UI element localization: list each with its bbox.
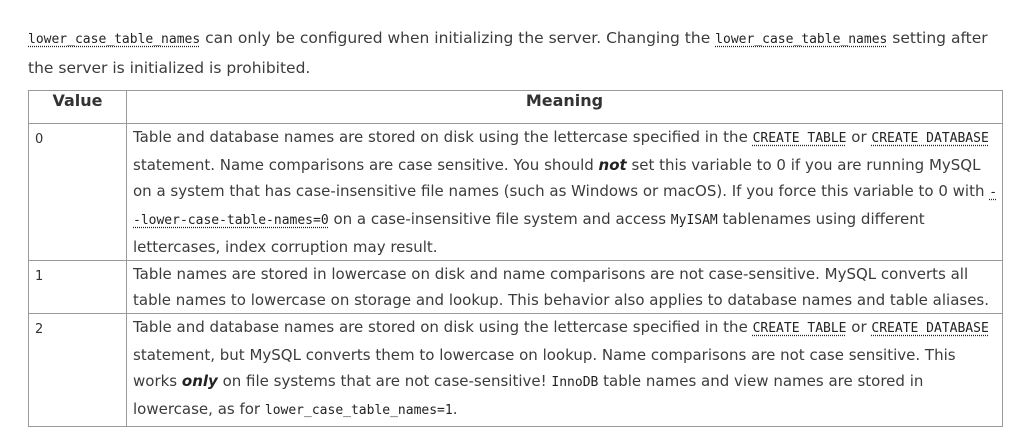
row-value: 2: [28, 313, 127, 427]
row-meaning: Table and database names are stored on d…: [126, 123, 1003, 261]
lower-case-table-names-1-code: lower_case_table_names=1: [264, 403, 453, 418]
table-row: 1 Table names are stored in lowercase on…: [28, 260, 1003, 314]
header-value: Value: [28, 90, 127, 124]
text: .: [452, 400, 458, 418]
emphasis-not: not: [598, 156, 627, 174]
row-value: 0: [28, 123, 127, 261]
innodb-code: InnoDB: [551, 375, 599, 390]
table-row: 2 Table and database names are stored on…: [28, 313, 1003, 427]
create-table-link[interactable]: CREATE TABLE: [753, 321, 847, 336]
text: on file systems that are not case-sensit…: [217, 372, 552, 390]
header-meaning: Meaning: [126, 90, 1003, 124]
create-database-link[interactable]: CREATE DATABASE: [871, 131, 988, 146]
table-header-row: Value Meaning: [28, 90, 1003, 124]
create-database-link[interactable]: CREATE DATABASE: [871, 321, 988, 336]
text: or: [846, 128, 872, 146]
row-meaning: Table names are stored in lowercase on d…: [126, 260, 1003, 314]
emphasis-only: only: [181, 372, 218, 390]
myisam-code: MyISAM: [670, 213, 718, 228]
lower-case-table-names-link[interactable]: lower_case_table_names: [28, 32, 200, 47]
text: statement. Name comparisons are case sen…: [133, 156, 599, 174]
lower-case-table-names-link-2[interactable]: lower_case_table_names: [715, 32, 887, 47]
row-value: 1: [28, 260, 127, 314]
values-table: Value Meaning 0 Table and database names…: [28, 90, 1003, 427]
table-row: 0 Table and database names are stored on…: [28, 123, 1003, 261]
text: or: [846, 318, 872, 336]
row-meaning: Table and database names are stored on d…: [126, 313, 1003, 427]
intro-text-1: can only be configured when initializing…: [200, 28, 716, 47]
intro-paragraph: lower_case_table_names can only be confi…: [28, 24, 1008, 82]
text: on a case-insensitive file system and ac…: [328, 210, 671, 228]
text: Table and database names are stored on d…: [133, 128, 753, 146]
create-table-link[interactable]: CREATE TABLE: [753, 131, 847, 146]
text: Table and database names are stored on d…: [133, 318, 753, 336]
